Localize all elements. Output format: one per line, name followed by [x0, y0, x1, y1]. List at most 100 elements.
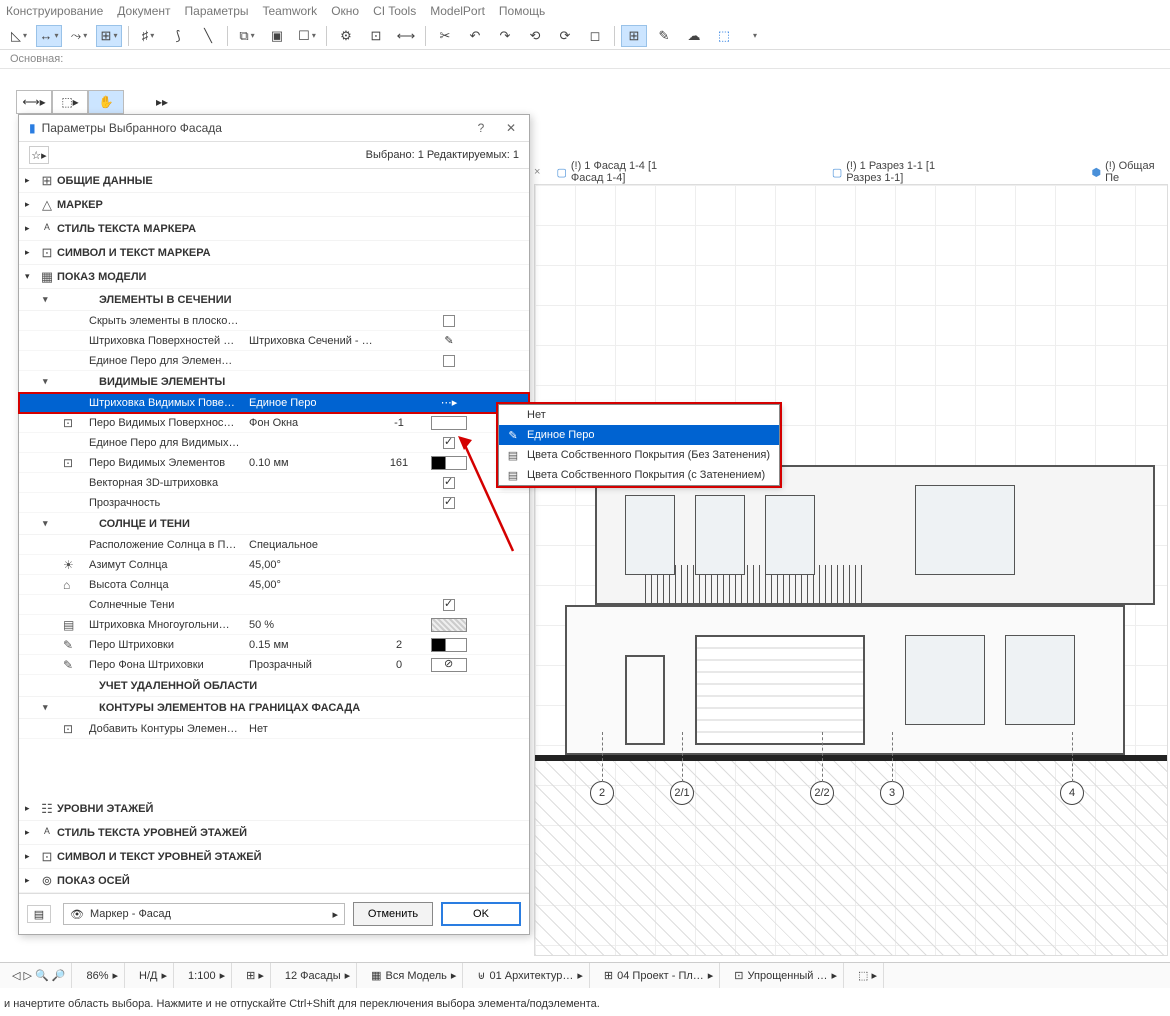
tool-copy[interactable]: ⧉ — [234, 25, 260, 47]
layer-selector[interactable]: 👁 Маркер - Фасад ▸ — [63, 903, 345, 925]
tool-arrow[interactable]: ◺ — [6, 25, 32, 47]
tool-select-mode[interactable]: ⊞ — [621, 25, 647, 47]
close-icon[interactable]: ✕ — [503, 121, 519, 135]
cat-marker[interactable]: △МАРКЕР — [19, 193, 529, 217]
view-tabs: × ▢(!) 1 Фасад 1-4 [1 Фасад 1-4] ▢(!) 1 … — [534, 160, 1170, 184]
row-add-contours[interactable]: ⊡Добавить Контуры Элемен…Нет — [19, 719, 529, 739]
selection-status: Выбрано: 1 Редактируемых: 1 — [366, 149, 519, 161]
drawing-scale[interactable]: ⊞ 04 Проект - Пл… ▸ — [598, 963, 720, 988]
tool-grid[interactable]: ♯ — [135, 25, 161, 47]
palette-marquee-icon[interactable]: ⬚▸ — [52, 90, 88, 114]
main-toolbar: ◺ ↔ ⤳ ⊞ ♯ ⟆ ╲ ⧉ ▣ ☐ ⚙ ⊡ ⟷ ✂ ↶ ↷ ⟲ ⟳ ◻ ⊞ … — [0, 22, 1170, 50]
tool-trace[interactable]: ⤳ — [66, 25, 92, 47]
row-visible-elements-pen[interactable]: ⊡Перо Видимых Элементов0.10 мм161 — [19, 453, 529, 473]
tool-edit[interactable]: ✎ — [651, 25, 677, 47]
subhead-section-elements[interactable]: ЭЛЕМЕНТЫ В СЕЧЕНИИ — [19, 289, 529, 311]
tab-close-icon[interactable]: × — [534, 166, 540, 178]
menu-item[interactable]: Документ — [117, 4, 170, 18]
model-scope[interactable]: ▦ Вся Модель ▸ — [365, 963, 463, 988]
dialog-title: Параметры Выбранного Фасада — [42, 121, 222, 135]
tool-renov[interactable]: ⚙ — [333, 25, 359, 47]
tool-dim2[interactable]: ⊞ — [96, 25, 122, 47]
row-sun-pos[interactable]: Расположение Солнца в П…Специальное — [19, 535, 529, 555]
tool-dim[interactable]: ↔ — [36, 25, 62, 47]
subhead-removed-area[interactable]: УЧЕТ УДАЛЕННОЙ ОБЛАСТИ — [19, 675, 529, 697]
row-fill-bg-pen[interactable]: ✎Перо Фона ШтриховкиПрозрачный0 — [19, 655, 529, 675]
tool-3d[interactable]: ⬚ — [711, 25, 737, 47]
cat-grid-display[interactable]: ⊚ПОКАЗ ОСЕЙ — [19, 869, 529, 893]
menu-item[interactable]: Конструирование — [6, 4, 103, 18]
tool-measure[interactable]: ⟷ — [393, 25, 419, 47]
zoom-level[interactable]: 86% ▸ — [80, 963, 125, 988]
cancel-button[interactable]: Отменить — [353, 902, 433, 926]
tool-more[interactable] — [741, 25, 767, 47]
row-vector-3d[interactable]: Векторная 3D-штриховка — [19, 473, 529, 493]
row-visible-fill[interactable]: Штриховка Видимых Пове…Единое Перо⋯▸ — [19, 393, 529, 413]
nav-buttons[interactable]: ◁ ▷ 🔍 🔎 — [6, 963, 72, 988]
tool-line[interactable]: ╲ — [195, 25, 221, 47]
dropdown-option-own-shade[interactable]: ▤Цвета Собственного Покрытия (с Затенени… — [499, 465, 779, 485]
dropdown-icon[interactable]: ⋯▸ — [441, 396, 458, 409]
layer-swatch-icon[interactable]: ▤ — [27, 905, 51, 923]
row-poly-fill[interactable]: ▤Штриховка Многоугольни…50 % — [19, 615, 529, 635]
subhead-visible-elements[interactable]: ВИДИМЫЕ ЭЛЕМЕНТЫ — [19, 371, 529, 393]
palette-hand-icon[interactable]: ✋ — [88, 90, 124, 114]
cat-story-text-style[interactable]: ᴬСТИЛЬ ТЕКСТА УРОВНЕЙ ЭТАЖЕЙ — [19, 821, 529, 845]
axis-marker: 4 — [1060, 781, 1084, 805]
row-single-pen-visible[interactable]: Единое Перо для Видимых… — [19, 433, 529, 453]
dropdown-option-single-pen[interactable]: ✎Единое Перо — [499, 425, 779, 445]
tool-undo[interactable]: ↶ — [462, 25, 488, 47]
tab-elevation[interactable]: ▢(!) 1 Фасад 1-4 [1 Фасад 1-4] — [546, 160, 701, 184]
tool-dim3[interactable]: ⊡ — [363, 25, 389, 47]
menu-item[interactable]: Параметры — [185, 4, 249, 18]
tab-section[interactable]: ▢(!) 1 Разрез 1-1 [1 Разрез 1-1] — [822, 160, 982, 184]
cat-story-symbol[interactable]: ⊡СИМВОЛ И ТЕКСТ УРОВНЕЙ ЭТАЖЕЙ — [19, 845, 529, 869]
display-mode[interactable]: ⊡ Упрощенный … ▸ — [728, 963, 844, 988]
tool-redo[interactable]: ↷ — [492, 25, 518, 47]
row-surface-fill[interactable]: Штриховка Поверхностей …Штриховка Сечени… — [19, 331, 529, 351]
tool-cut[interactable]: ✂ — [432, 25, 458, 47]
tool-group[interactable]: ▣ — [264, 25, 290, 47]
palette-dim-icon[interactable]: ⟷▸ — [16, 90, 52, 114]
tool-cloud[interactable]: ☁ — [681, 25, 707, 47]
cat-marker-text-style[interactable]: ᴬСТИЛЬ ТЕКСТА МАРКЕРА — [19, 217, 529, 241]
cat-story-levels[interactable]: ☷УРОВНИ ЭТАЖЕЙ — [19, 797, 529, 821]
menu-item[interactable]: Помощь — [499, 4, 545, 18]
scale[interactable]: 1:100 ▸ — [182, 963, 232, 988]
tab-3d[interactable]: ⬢(!) Общая Пе — [1082, 160, 1170, 184]
views-count[interactable]: 12 Фасады ▸ — [279, 963, 357, 988]
help-icon[interactable]: ? — [473, 121, 489, 135]
menu-item[interactable]: ModelPort — [430, 4, 485, 18]
menu-item[interactable]: Teamwork — [263, 4, 318, 18]
row-sun-altitude[interactable]: ⌂Высота Солнца45,00° — [19, 575, 529, 595]
row-transparency[interactable]: Прозрачность — [19, 493, 529, 513]
subhead-contours[interactable]: КОНТУРЫ ЭЛЕМЕНТОВ НА ГРАНИЦАХ ФАСАДА — [19, 697, 529, 719]
menu-item[interactable]: CI Tools — [373, 4, 416, 18]
row-visible-surface-pen[interactable]: ⊡Перо Видимых Поверхнос…Фон Окна-1 — [19, 413, 529, 433]
tool-new[interactable]: ☐ — [294, 25, 320, 47]
row-fill-pen[interactable]: ✎Перо Штриховки0.15 мм2 — [19, 635, 529, 655]
tool-rotate2[interactable]: ⟳ — [552, 25, 578, 47]
tool-rotate1[interactable]: ⟲ — [522, 25, 548, 47]
favorites-button[interactable]: ☆▸ — [29, 146, 49, 164]
row-hide-elements[interactable]: Скрыть элементы в плоско… — [19, 311, 529, 331]
cat-marker-symbol[interactable]: ⊡СИМВОЛ И ТЕКСТ МАРКЕРА — [19, 241, 529, 265]
dropdown-option-own-no-shade[interactable]: ▤Цвета Собственного Покрытия (Без Затене… — [499, 445, 779, 465]
tool-box[interactable]: ◻ — [582, 25, 608, 47]
extra-1[interactable]: ⬚ ▸ — [852, 963, 884, 988]
drawing-canvas[interactable]: 2 2/1 2/2 3 4 — [534, 184, 1168, 956]
subhead-sun-shadows[interactable]: СОЛНЦЕ И ТЕНИ — [19, 513, 529, 535]
palette-pointer-icon[interactable]: ▸▸ — [144, 90, 180, 114]
layer-combo[interactable]: ⊎ 01 Архитектур… ▸ — [471, 963, 590, 988]
row-sun-shadows[interactable]: Солнечные Тени — [19, 595, 529, 615]
cat-model-display[interactable]: ▦ПОКАЗ МОДЕЛИ — [19, 265, 529, 289]
nd-status[interactable]: Н/Д ▸ — [133, 963, 174, 988]
row-single-pen-elements[interactable]: Единое Перо для Элемен… — [19, 351, 529, 371]
cat-general[interactable]: ⊞ОБЩИЕ ДАННЫЕ — [19, 169, 529, 193]
menu-item[interactable]: Окно — [331, 4, 359, 18]
orient[interactable]: ⊞ ▸ — [240, 963, 271, 988]
ok-button[interactable]: OK — [441, 902, 521, 926]
tool-curve[interactable]: ⟆ — [165, 25, 191, 47]
row-sun-azimuth[interactable]: ☀Азимут Солнца45,00° — [19, 555, 529, 575]
dropdown-option-none[interactable]: Нет — [499, 405, 779, 425]
